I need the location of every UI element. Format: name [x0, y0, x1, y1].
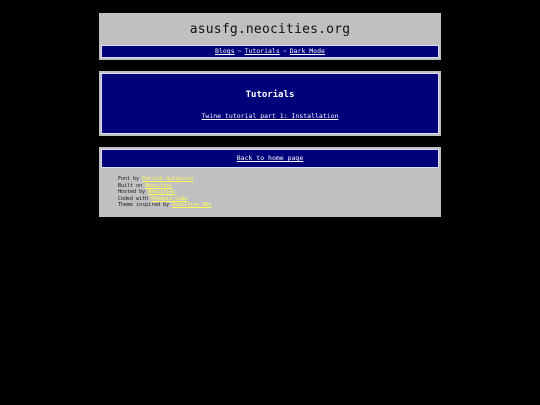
credit-link-built-on[interactable]: Neocities	[145, 183, 172, 189]
back-to-home-link[interactable]: Back to home page	[237, 154, 304, 162]
footer-panel: Back to home page Font by Patrick Gutier…	[99, 147, 441, 217]
header-panel: asusfg.neocities.org Blogs ~ Tutorials ~ Dar…	[99, 13, 441, 60]
nav-link-dark-mode[interactable]: Dark Mode	[290, 47, 325, 55]
credit-link-theme[interactable]: Geocities 90s	[172, 202, 211, 208]
credit-label: Theme inspired by	[118, 202, 173, 209]
tutorials-heading: Tutorials	[245, 90, 295, 100]
tutorials-inner: Tutorials Twine tutorial part 1: Install…	[101, 73, 439, 134]
credit-link-font[interactable]: Patrick Gutierrez	[142, 176, 193, 182]
credit-link-hosted-by[interactable]: Neocities	[148, 189, 175, 195]
tutorials-panel: Tutorials Twine tutorial part 1: Install…	[99, 71, 441, 136]
site-title: asusfg.neocities.org	[189, 22, 351, 37]
nav-separator: ~	[282, 47, 287, 55]
home-bar: Back to home page	[101, 149, 439, 168]
credit-font: Font by Patrick Gutierrez	[118, 176, 211, 183]
credit-link-coded-with[interactable]: Phoenix Code	[151, 196, 187, 202]
credit-label: Hosted by	[118, 189, 149, 196]
nav-link-blogs[interactable]: Blogs	[215, 47, 235, 55]
credit-built: Built on Neocities	[118, 183, 211, 190]
nav-link-tutorials[interactable]: Tutorials	[245, 47, 280, 55]
credit-coded: Coded with Phoenix Code	[118, 196, 211, 203]
page: asusfg.neocities.org Blogs ~ Tutorials ~ Dar…	[0, 0, 540, 405]
nav-separator: ~	[237, 47, 242, 55]
nav-bar: Blogs ~ Tutorials ~ Dark Mode	[101, 45, 439, 58]
credit-hosted: Hosted by Neocities	[118, 189, 211, 196]
tutorial-link-row: Twine tutorial part 1: Installation	[102, 112, 438, 120]
credit-theme: Theme inspired by Geocities 90s	[118, 202, 211, 209]
credit-label: Font by	[118, 176, 143, 182]
tutorial-link-twine-part-1[interactable]: Twine tutorial part 1: Installation	[202, 112, 339, 120]
credits-list: Font by Patrick Gutierrez Built on Neoci…	[118, 176, 211, 209]
credit-label: Built on	[118, 182, 146, 189]
credit-label: Coded with	[118, 195, 152, 202]
